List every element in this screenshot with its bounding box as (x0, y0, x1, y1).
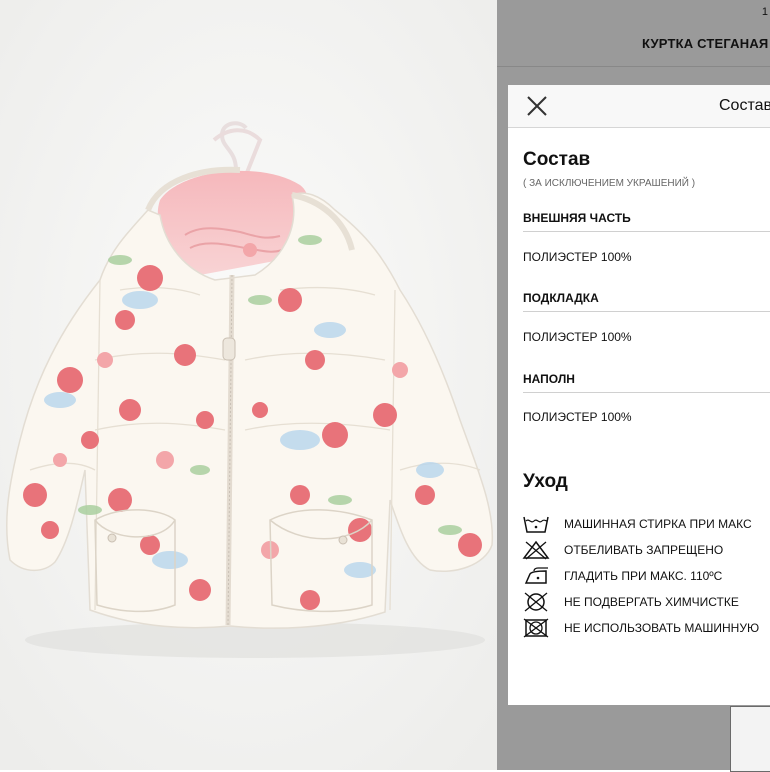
part-label-outer: ВНЕШНЯЯ ЧАСТЬ (523, 211, 631, 225)
care-row: НЕ ИСПОЛЬЗОВАТЬ МАШИННУЮ (522, 618, 770, 638)
header-divider (497, 66, 770, 67)
modal-header: Состав (508, 85, 770, 128)
care-row: ГЛАДИТЬ ПРИ МАКС. 110ºC (522, 566, 770, 586)
care-row: МАШИННАЯ СТИРКА ПРИ МАКС (522, 514, 770, 534)
care-row: ОТБЕЛИВАТЬ ЗАПРЕЩЕНО (522, 540, 770, 560)
care-text: МАШИННАЯ СТИРКА ПРИ МАКС (564, 517, 752, 531)
close-icon[interactable] (526, 95, 548, 117)
product-title: КУРТКА СТЕГАНАЯ (642, 36, 769, 51)
care-title: Уход (523, 471, 568, 492)
part-divider (523, 231, 770, 232)
composition-note: ( ЗА ИСКЛЮЧЕНИЕМ УКРАШЕНИЙ ) (523, 178, 696, 189)
no-bleach-icon (522, 540, 550, 560)
part-value-lining: ПОЛИЭСТЕР 100% (523, 330, 632, 344)
part-divider (523, 392, 770, 393)
care-text: ОТБЕЛИВАТЬ ЗАПРЕЩЕНО (564, 543, 724, 557)
jacket-illustration (0, 0, 497, 770)
page-number: 1 (761, 6, 768, 18)
no-dry-clean-icon (524, 592, 548, 612)
composition-title: Состав (523, 149, 591, 170)
iron-icon (524, 567, 548, 584)
care-text: НЕ ПОДВЕРГАТЬ ХИМЧИСТКЕ (564, 595, 739, 609)
part-divider (523, 311, 770, 312)
wash-icon (523, 516, 549, 533)
no-tumble-dry-icon (523, 618, 549, 638)
modal-header-title: Состав (719, 97, 770, 114)
part-value-filling: ПОЛИЭСТЕР 100% (523, 410, 632, 424)
care-text: ГЛАДИТЬ ПРИ МАКС. 110ºC (564, 569, 723, 583)
care-row: НЕ ПОДВЕРГАТЬ ХИМЧИСТКЕ (522, 592, 770, 612)
product-photo[interactable] (0, 0, 497, 770)
part-value-outer: ПОЛИЭСТЕР 100% (523, 250, 632, 264)
product-thumbnail[interactable] (730, 706, 770, 772)
part-label-lining: ПОДКЛАДКА (523, 291, 599, 305)
part-label-filling: НАПОЛН (523, 372, 575, 386)
care-text: НЕ ИСПОЛЬЗОВАТЬ МАШИННУЮ (564, 621, 760, 635)
composition-modal: Состав Состав ( ЗА ИСКЛЮЧЕНИЕМ УКРАШЕНИЙ… (508, 85, 770, 705)
